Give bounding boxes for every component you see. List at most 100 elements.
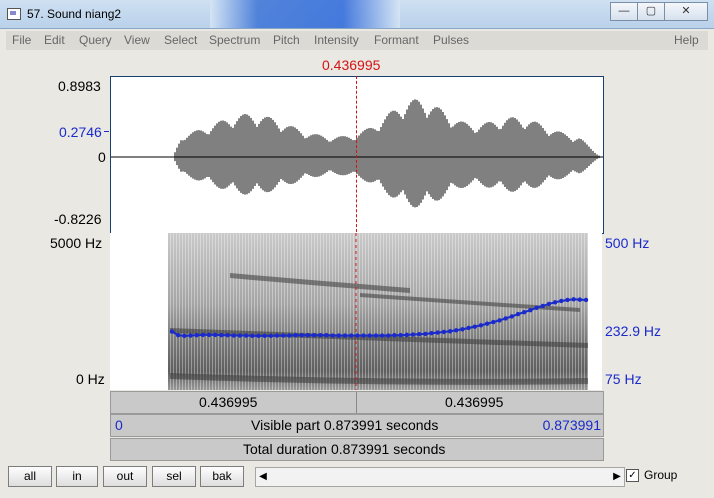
wave-min-label: -0.8226 (54, 211, 102, 227)
pitch-point (287, 333, 292, 338)
pitch-point (231, 333, 236, 338)
pitch-point (182, 333, 187, 339)
pitch-point (342, 333, 348, 338)
horizontal-scrollbar[interactable]: ◀ ▶ (255, 467, 625, 487)
pitch-point (429, 331, 434, 336)
wave-cursor-line (356, 76, 357, 232)
pitch-point (175, 333, 181, 338)
wave-zero-label: 0 (98, 149, 106, 165)
menu-formant[interactable]: Formant (374, 33, 419, 47)
window-title: 57. Sound niang2 (27, 7, 122, 21)
pitch-point (311, 333, 317, 338)
pitch-point (410, 332, 416, 337)
pitch-point (528, 307, 533, 313)
pitch-point (460, 327, 465, 332)
pitch-point (336, 333, 342, 338)
pitch-point (386, 333, 391, 338)
zoom-in-button[interactable]: in (56, 466, 98, 487)
spectrogram-plot[interactable] (110, 233, 602, 390)
pitch-point (194, 333, 199, 338)
pitch-min-label: 75 Hz (605, 371, 642, 387)
close-button[interactable]: ✕ (664, 2, 708, 21)
app-icon (7, 8, 21, 20)
menu-edit[interactable]: Edit (44, 33, 65, 47)
visible-part-bar[interactable]: 0 Visible part 0.873991 seconds 0.873991 (110, 414, 604, 437)
menu-help[interactable]: Help (674, 33, 699, 47)
visible-part-label: Visible part 0.873991 seconds (251, 417, 439, 433)
menu-spectrum[interactable]: Spectrum (209, 33, 260, 47)
pitch-point (472, 324, 477, 329)
pitch-point (441, 329, 447, 335)
pitch-point (583, 297, 589, 303)
group-label: Group (644, 468, 678, 482)
pitch-point (256, 333, 261, 339)
menu-pulses[interactable]: Pulses (433, 33, 469, 47)
menu-select[interactable]: Select (164, 33, 197, 47)
minimize-button[interactable]: — (610, 2, 638, 21)
pitch-point (299, 333, 304, 338)
pitch-point (281, 333, 286, 338)
pitch-point (491, 319, 496, 325)
pitch-point (565, 297, 570, 303)
pitch-point (318, 333, 323, 338)
bottom-toolbar: all in out sel bak ◀ ▶ ✓ Group (6, 462, 708, 492)
pitch-cursor-label: 232.9 Hz (605, 323, 662, 339)
pitch-point (324, 333, 329, 338)
pitch-point (348, 333, 354, 338)
pitch-point (522, 309, 527, 315)
menu-file[interactable]: File (12, 33, 31, 47)
pitch-point (237, 333, 243, 338)
pitch-point (169, 329, 175, 334)
pitch-point (577, 297, 583, 302)
pitch-point (503, 316, 508, 321)
wave-selected-value-label: 0.2746 (59, 124, 102, 140)
pitch-point (392, 333, 397, 338)
waveform-panel[interactable] (110, 76, 604, 234)
waveform-plot[interactable] (111, 77, 603, 233)
pitch-point (355, 333, 360, 338)
spec-max-freq-label: 5000 Hz (50, 235, 103, 251)
pitch-point (367, 333, 372, 338)
wave-max-label: 0.8983 (58, 78, 101, 94)
menu-intensity[interactable]: Intensity (314, 33, 359, 47)
zoom-selection-button[interactable]: sel (152, 466, 196, 487)
left-time-segment[interactable]: 0.436995 (199, 394, 257, 410)
total-duration-label: Total duration 0.873991 seconds (243, 441, 446, 457)
pitch-point (423, 331, 428, 337)
pitch-point (219, 333, 224, 338)
pitch-point (213, 332, 218, 338)
right-time-segment[interactable]: 0.436995 (445, 394, 503, 410)
title-bar: 57. Sound niang2 — ▢ ✕ (0, 0, 714, 29)
group-checkbox[interactable]: ✓ (626, 469, 639, 482)
total-duration-bar[interactable]: Total duration 0.873991 seconds (110, 438, 604, 461)
time-bar[interactable]: 0.436995 0.436995 (110, 391, 604, 414)
spectrogram-panel[interactable] (110, 233, 602, 390)
pitch-point (373, 333, 379, 338)
maximize-button[interactable]: ▢ (637, 2, 665, 21)
menu-view[interactable]: View (124, 33, 150, 47)
scroll-right-icon[interactable]: ▶ (610, 468, 624, 486)
pitch-point (293, 333, 298, 338)
pitch-point (571, 297, 576, 302)
pitch-point (305, 333, 311, 338)
pitch-point (200, 332, 206, 338)
pitch-point (509, 314, 515, 319)
background-window-blur (210, 0, 400, 28)
pitch-point (454, 328, 459, 333)
menu-pitch[interactable]: Pitch (273, 33, 300, 47)
pitch-point (552, 300, 558, 305)
pitch-point (379, 333, 385, 338)
spec-min-freq-label: 0 Hz (76, 371, 105, 387)
pitch-point (484, 321, 490, 326)
pitch-point (478, 323, 484, 328)
menu-query[interactable]: Query (79, 33, 112, 47)
zoom-back-button[interactable]: bak (200, 466, 244, 487)
scroll-left-icon[interactable]: ◀ (256, 468, 270, 486)
pitch-max-label: 500 Hz (605, 235, 650, 251)
zoom-all-button[interactable]: all (8, 466, 52, 487)
pitch-point (225, 333, 230, 338)
pitch-point (497, 318, 502, 323)
pitch-point (447, 329, 453, 334)
pitch-point (435, 330, 440, 335)
zoom-out-button[interactable]: out (103, 466, 147, 487)
